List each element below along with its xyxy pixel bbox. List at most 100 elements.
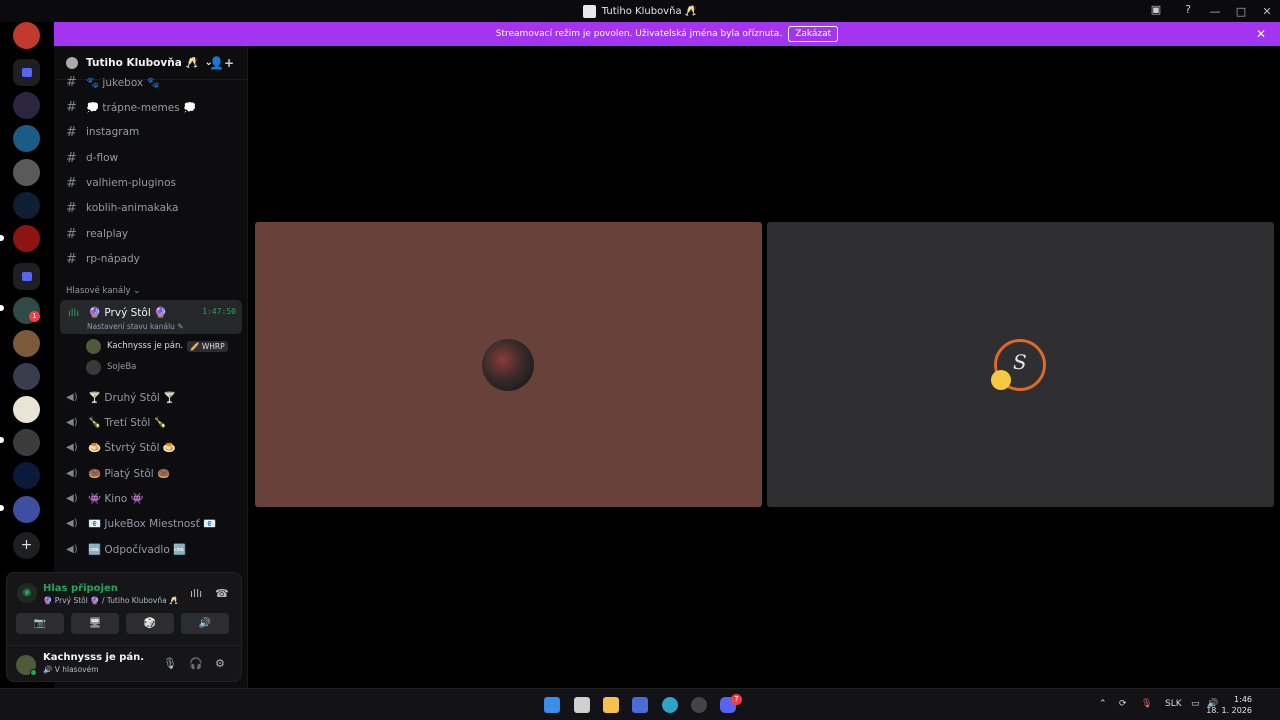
hash-icon: #: [66, 124, 77, 140]
language-indicator[interactable]: SLK: [1165, 699, 1182, 709]
server-icon[interactable]: [13, 396, 40, 423]
server-icon[interactable]: [13, 462, 40, 489]
online-status-dot: [30, 669, 37, 676]
mention-badge: 1: [29, 311, 40, 322]
text-channel[interactable]: # koblih-animakaka: [66, 198, 242, 218]
microphone-tray-icon[interactable]: 🎙: [1141, 699, 1152, 709]
server-folder-icon[interactable]: [13, 263, 40, 290]
speaker-icon: ◀): [66, 441, 78, 453]
voice-channel[interactable]: ◀) 🍩 Piatý Stôl 🍩: [66, 463, 170, 483]
screen-share-button[interactable]: 🖥: [71, 613, 119, 634]
text-channel[interactable]: # realplay: [66, 224, 242, 244]
settings-gear-icon[interactable]: ⚙: [215, 657, 225, 670]
maximize-button[interactable]: □: [1228, 5, 1254, 18]
server-icon[interactable]: [13, 92, 40, 119]
start-icon[interactable]: [544, 697, 560, 713]
soundboard-button[interactable]: 🔊: [181, 613, 229, 634]
microphone-icon[interactable]: 🎙: [163, 657, 177, 670]
speaker-icon: ◀): [66, 416, 78, 428]
user-status: 🔊 V hlasovém: [43, 665, 99, 674]
system-clock[interactable]: 1:46 18. 1. 2026: [1206, 694, 1252, 716]
text-channel[interactable]: # valhiem-pluginos: [66, 173, 242, 193]
voice-connected-title[interactable]: Hlas připojen: [43, 583, 118, 594]
server-icon[interactable]: [13, 496, 40, 523]
discord-notification-badge: 7: [731, 694, 742, 705]
voice-channel[interactable]: ◀) 👾 Kino 👾: [66, 488, 144, 508]
hash-icon: #: [66, 74, 77, 90]
voice-category-label[interactable]: Hlasové kanály ⌄: [66, 286, 140, 296]
hash-icon: #: [66, 150, 77, 166]
hash-icon: #: [66, 99, 77, 115]
close-button[interactable]: ✕: [1254, 5, 1280, 18]
server-icon[interactable]: [13, 192, 40, 219]
user-tag: 🥖 WHRP: [187, 340, 228, 352]
camera-button[interactable]: 📷: [16, 613, 64, 634]
window-titlebar: Tutiho Klubovňa 🥂 ▣ ? — □ ✕: [0, 0, 1280, 22]
participant-avatar: [482, 339, 534, 391]
close-banner-icon[interactable]: ✕: [1256, 27, 1266, 41]
text-channel[interactable]: # rp-nápady: [66, 249, 242, 269]
headphones-icon[interactable]: 🎧: [189, 657, 203, 670]
text-channel[interactable]: # d-flow: [66, 148, 242, 168]
discord-app-icon: [582, 4, 596, 18]
minimize-button[interactable]: —: [1202, 5, 1228, 18]
voice-channel[interactable]: ◀) 🍸 Druhý Stôl 🍸: [66, 387, 176, 407]
voice-connected-channel[interactable]: 🔮 Prvý Stôl 🔮 / Tutiho Klubovňa 🥂: [43, 596, 178, 605]
disconnect-icon[interactable]: ☎: [215, 587, 229, 600]
text-channel[interactable]: # 🐾 jukebox 🐾: [66, 72, 242, 92]
steam-icon[interactable]: [691, 697, 707, 713]
server-icon[interactable]: [13, 159, 40, 186]
voice-channel[interactable]: ◀) 🍾 Tretí Stôl 🍾: [66, 412, 167, 432]
voice-user-panel: ◉ Hlas připojen 🔮 Prvý Stôl 🔮 / Tutiho K…: [6, 572, 243, 682]
file-explorer-icon[interactable]: [603, 697, 619, 713]
hash-icon: #: [66, 200, 77, 216]
sync-icon[interactable]: ⟳: [1119, 699, 1127, 709]
network-icon[interactable]: ▭: [1191, 699, 1200, 709]
tray-overflow-icon[interactable]: ⌃: [1099, 699, 1107, 709]
store-icon[interactable]: [632, 697, 648, 713]
speaker-icon: ◀): [66, 467, 78, 479]
text-channel[interactable]: # 💭 trápne-memes 💭: [66, 97, 242, 117]
guild-icon: [66, 56, 78, 69]
unread-pill: [0, 305, 4, 311]
server-icon[interactable]: [13, 330, 40, 357]
voice-activity-icon: ıllı: [68, 308, 80, 319]
windows-taskbar: 7 ⌃ ⟳ 🎙 SLK ▭ 🔊 1:46 18. 1. 2026: [0, 688, 1280, 720]
server-icon[interactable]: [13, 363, 40, 390]
disable-streamer-mode-button[interactable]: Zakázat: [788, 26, 839, 42]
voice-user[interactable]: SoJeBa: [86, 358, 136, 376]
server-folder-icon[interactable]: [13, 59, 40, 86]
channel-status-edit[interactable]: Nastavení stavu kanálu ✎: [87, 322, 184, 331]
avatar: [86, 338, 101, 354]
edge-icon[interactable]: [662, 697, 678, 713]
unread-pill: [0, 505, 4, 511]
avatar-decoration-icon: S: [1013, 350, 1027, 374]
voice-channel[interactable]: ◀) 🆒 Odpočívadlo 🆒: [66, 539, 186, 559]
inbox-icon[interactable]: ▣: [1148, 3, 1164, 19]
voice-user[interactable]: Kachnysss je pán. 🥖 WHRP: [86, 337, 228, 355]
add-server-icon[interactable]: +: [13, 532, 40, 559]
speaker-icon: ◀): [66, 391, 78, 403]
help-icon[interactable]: ?: [1180, 3, 1196, 19]
user-area: Kachnysss je pán. 🔊 V hlasovém 🎙 🎧 ⚙: [7, 645, 243, 681]
direct-messages-avatar[interactable]: [13, 22, 40, 49]
server-icon[interactable]: [13, 429, 40, 456]
server-icon[interactable]: [13, 225, 40, 252]
text-channel[interactable]: # instagram: [66, 122, 242, 142]
duck-decoration-icon: [991, 370, 1011, 390]
activities-button[interactable]: 🎲: [126, 613, 174, 634]
voice-channel[interactable]: ◀) 📧 JukeBox Miestnosť 📧: [66, 513, 216, 533]
speaker-icon: ◀): [66, 492, 78, 504]
guild-name: Tutiho Klubovňa 🥂: [86, 57, 199, 69]
window-title: Tutiho Klubovňa 🥂: [601, 5, 698, 17]
invite-people-icon[interactable]: 👤+: [209, 56, 234, 70]
participant-tile[interactable]: [255, 222, 762, 507]
participant-tile[interactable]: S: [767, 222, 1274, 507]
voice-channel[interactable]: ◀) 🍮 Štvrtý Stôl 🍮: [66, 437, 176, 457]
task-view-icon[interactable]: [574, 697, 590, 713]
unread-pill: [0, 437, 4, 443]
server-icon[interactable]: [13, 125, 40, 152]
voice-channel-active[interactable]: ıllı 🔮 Prvý Stôl 🔮 1:47:50 Nastavení sta…: [60, 300, 242, 334]
noise-suppression-icon[interactable]: ıllı: [190, 587, 202, 600]
username[interactable]: Kachnysss je pán.: [43, 652, 144, 663]
